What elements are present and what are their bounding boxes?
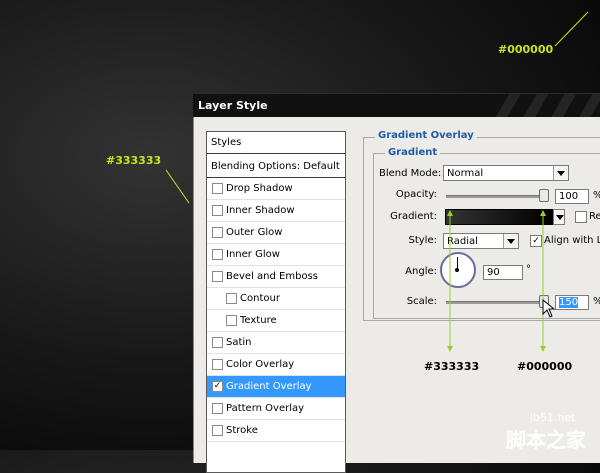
callout-right-color: #000000 <box>517 360 573 373</box>
watermark-name: 脚本之家 <box>506 428 586 452</box>
callout-left-color: #333333 <box>424 360 480 373</box>
annotation-line-left <box>165 169 190 204</box>
annotation-top-right: #000000 <box>498 43 554 56</box>
annotation-left: #333333 <box>106 154 162 167</box>
annotation-line-top-right <box>554 11 589 47</box>
callout-arrowhead-down-left <box>447 346 453 352</box>
layer-style-dialog: Layer Style Styles Blending Options: Def… <box>193 93 600 473</box>
watermark-site: jb51.net <box>530 411 576 424</box>
callout-arrowhead-down-right <box>540 346 546 352</box>
mouse-cursor-icon <box>542 299 556 318</box>
callout-arrowhead-up-right <box>540 210 546 216</box>
callout-arrowhead-up-left <box>447 210 453 216</box>
callout-arrows <box>447 210 546 352</box>
